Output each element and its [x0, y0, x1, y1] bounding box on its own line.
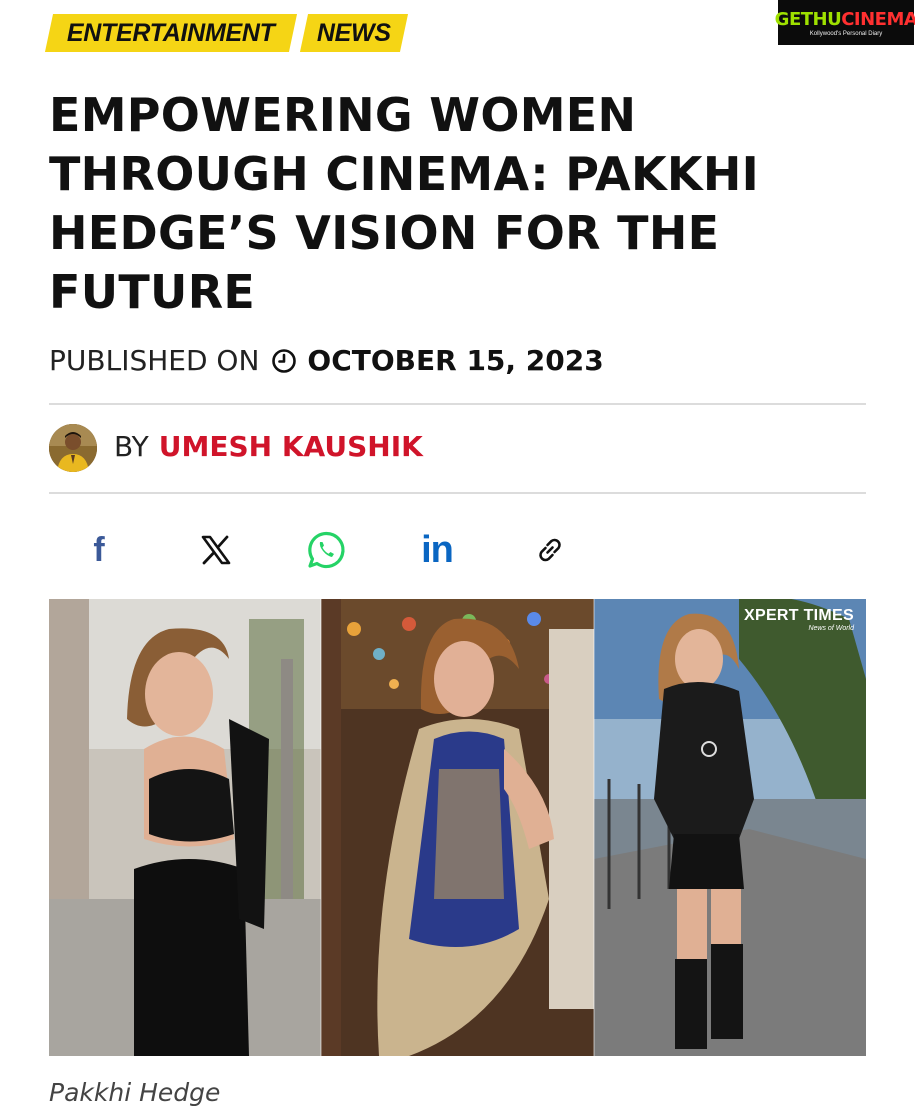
clock-icon	[272, 348, 297, 373]
published-line: PUBLISHED ON OCTOBER 15, 2023	[49, 344, 604, 377]
by-label: BY	[114, 430, 149, 463]
site-logo-tagline: Kollywood's Personal Diary	[809, 30, 883, 37]
linkedin-icon: in	[421, 528, 454, 571]
category-tag-news[interactable]: NEWS	[299, 14, 409, 52]
x-icon	[201, 535, 231, 565]
share-whatsapp-button[interactable]	[303, 528, 349, 572]
link-icon	[539, 538, 561, 562]
watermark-subtitle: News of World	[808, 625, 854, 632]
featured-image[interactable]: XPERT TIMES News of World	[49, 599, 866, 1056]
site-logo[interactable]: GETHUCINEMA Kollywood's Personal Diary	[774, 0, 915, 45]
category-tag-entertainment-label: ENTERTAINMENT	[67, 18, 275, 47]
image-caption: Pakkhi Hedge	[49, 1078, 221, 1107]
copy-link-button[interactable]	[528, 528, 572, 572]
author-name-link[interactable]: UMESH KAUSHIK	[159, 430, 423, 463]
author-avatar[interactable]	[49, 424, 97, 472]
facebook-icon: f	[93, 530, 105, 569]
share-linkedin-button[interactable]: in	[414, 528, 460, 572]
category-tag-news-label: NEWS	[317, 18, 391, 47]
divider-bottom	[49, 492, 866, 494]
share-facebook-button[interactable]: f	[84, 528, 114, 572]
divider-top	[49, 403, 866, 405]
image-watermark: XPERT TIMES News of World	[744, 607, 854, 632]
published-date: OCTOBER 15, 2023	[307, 344, 604, 377]
article-headline: EMPOWERING WOMEN THROUGH CINEMA: PAKKHI …	[49, 88, 760, 319]
published-label: PUBLISHED ON	[49, 344, 260, 377]
whatsapp-icon	[308, 531, 345, 569]
category-tag-entertainment[interactable]: ENTERTAINMENT	[44, 14, 298, 52]
share-x-button[interactable]	[196, 528, 236, 572]
watermark-title: XPERT TIMES	[744, 607, 854, 624]
site-logo-text: GETHUCINEMA	[774, 8, 915, 30]
byline: BY UMESH KAUSHIK	[114, 430, 423, 463]
